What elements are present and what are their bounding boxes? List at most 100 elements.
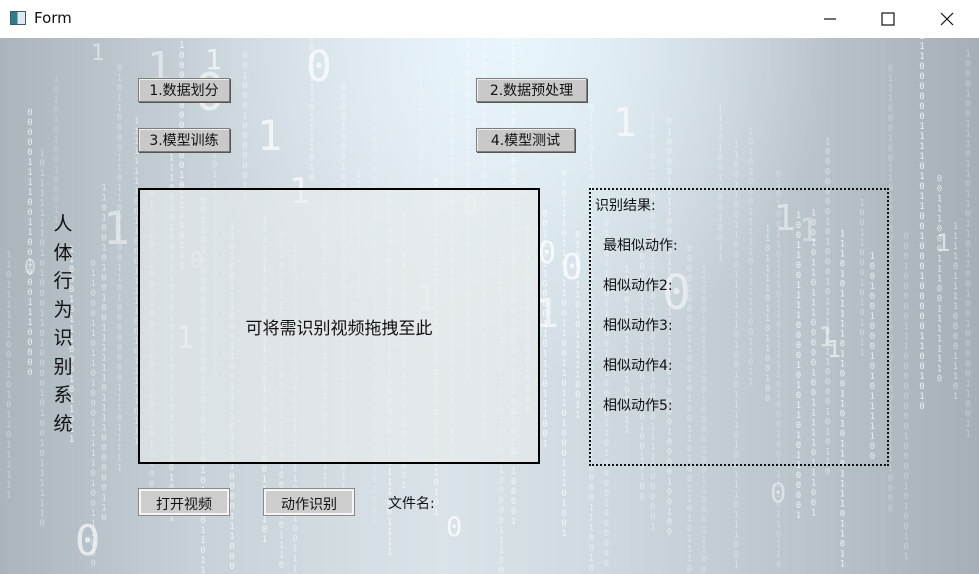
svg-text:1: 1 xyxy=(542,360,547,370)
result-row-similar-5: 相似动作5: xyxy=(603,398,673,414)
svg-text:1: 1 xyxy=(919,332,924,342)
svg-text:0: 0 xyxy=(667,157,672,167)
svg-text:0: 0 xyxy=(101,273,106,283)
svg-text:1: 1 xyxy=(39,249,44,259)
svg-text:1: 1 xyxy=(796,511,801,521)
svg-text:0: 0 xyxy=(53,106,58,116)
svg-text:0: 0 xyxy=(179,111,184,121)
svg-text:1: 1 xyxy=(101,183,106,193)
svg-text:0: 0 xyxy=(561,509,566,519)
svg-text:0: 0 xyxy=(667,527,672,537)
model-train-button[interactable]: 3.模型训练 xyxy=(138,128,230,152)
svg-text:1: 1 xyxy=(919,232,924,242)
svg-text:1: 1 xyxy=(811,509,816,519)
svg-text:0: 0 xyxy=(538,236,556,271)
svg-text:0: 0 xyxy=(776,530,781,540)
svg-text:0: 0 xyxy=(734,161,739,171)
svg-text:0: 0 xyxy=(919,282,924,292)
svg-text:1: 1 xyxy=(701,475,706,485)
svg-text:1: 1 xyxy=(903,322,908,332)
svg-text:0: 0 xyxy=(465,90,470,100)
svg-text:1: 1 xyxy=(257,111,282,160)
svg-text:0: 0 xyxy=(919,382,924,392)
svg-text:1: 1 xyxy=(965,260,970,270)
svg-text:0: 0 xyxy=(117,124,122,134)
svg-text:0: 0 xyxy=(482,41,487,51)
svg-text:1: 1 xyxy=(888,134,893,144)
svg-text:1: 1 xyxy=(965,250,970,260)
svg-text:0: 0 xyxy=(687,475,692,485)
svg-text:0: 0 xyxy=(39,369,44,379)
svg-text:1: 1 xyxy=(117,404,122,414)
svg-text:0: 0 xyxy=(449,177,454,187)
svg-text:1: 1 xyxy=(667,507,672,517)
data-preprocess-button[interactable]: 2.数据预处理 xyxy=(476,78,587,102)
svg-text:0: 0 xyxy=(27,208,32,218)
svg-text:1: 1 xyxy=(561,369,566,379)
svg-text:1: 1 xyxy=(6,250,11,260)
model-test-button[interactable]: 4.模型测试 xyxy=(476,128,575,152)
svg-text:1: 1 xyxy=(499,526,504,536)
maximize-button[interactable] xyxy=(863,0,913,38)
close-button[interactable] xyxy=(922,0,972,38)
svg-text:0: 0 xyxy=(561,449,566,459)
data-split-button[interactable]: 1.数据划分 xyxy=(138,78,230,102)
svg-text:1: 1 xyxy=(262,515,267,525)
svg-text:0: 0 xyxy=(919,222,924,232)
svg-text:1: 1 xyxy=(134,157,139,167)
svg-text:1: 1 xyxy=(465,150,470,160)
svg-text:1: 1 xyxy=(542,370,547,380)
svg-text:0: 0 xyxy=(499,476,504,486)
svg-text:1: 1 xyxy=(6,440,11,450)
svg-text:0: 0 xyxy=(953,342,958,352)
svg-text:1: 1 xyxy=(6,450,11,460)
svg-text:0: 0 xyxy=(27,148,32,158)
svg-text:1: 1 xyxy=(575,341,580,351)
svg-text:1: 1 xyxy=(575,311,580,321)
svg-text:1: 1 xyxy=(542,440,547,450)
svg-text:1: 1 xyxy=(734,511,739,521)
svg-text:0: 0 xyxy=(482,61,487,71)
svg-text:0: 0 xyxy=(179,61,184,71)
svg-text:0: 0 xyxy=(117,84,122,94)
svg-text:1: 1 xyxy=(953,362,958,372)
svg-text:0: 0 xyxy=(903,242,908,252)
svg-text:1: 1 xyxy=(6,260,11,270)
svg-text:1: 1 xyxy=(179,41,184,51)
open-video-button[interactable]: 打开视频 xyxy=(138,488,230,516)
svg-text:0: 0 xyxy=(511,167,516,177)
svg-text:0: 0 xyxy=(53,86,58,96)
system-title-char: 行 xyxy=(53,270,73,292)
svg-text:1: 1 xyxy=(39,269,44,279)
svg-text:1: 1 xyxy=(589,133,594,143)
action-recognize-button[interactable]: 动作识别 xyxy=(263,488,355,516)
svg-text:0: 0 xyxy=(903,382,908,392)
svg-text:1: 1 xyxy=(667,127,672,137)
svg-text:0: 0 xyxy=(53,196,58,206)
video-drop-zone[interactable]: 可将需识别视频拖拽至此 xyxy=(138,188,540,464)
svg-text:1: 1 xyxy=(919,42,924,52)
svg-text:1: 1 xyxy=(91,449,96,459)
svg-text:0: 0 xyxy=(937,185,942,195)
svg-text:0: 0 xyxy=(561,339,566,349)
svg-text:0: 0 xyxy=(27,338,32,348)
svg-text:1: 1 xyxy=(965,200,970,210)
svg-text:1: 1 xyxy=(200,526,205,536)
svg-text:0: 0 xyxy=(91,489,96,499)
svg-text:1: 1 xyxy=(309,124,314,134)
minimize-button[interactable] xyxy=(805,0,855,38)
svg-text:0: 0 xyxy=(169,463,174,473)
svg-text:0: 0 xyxy=(919,212,924,222)
svg-text:1: 1 xyxy=(229,532,234,542)
svg-text:1: 1 xyxy=(888,94,893,104)
svg-text:1: 1 xyxy=(511,517,516,527)
svg-text:0: 0 xyxy=(101,473,106,483)
svg-text:0: 0 xyxy=(888,144,893,154)
result-heading: 识别结果: xyxy=(595,198,656,214)
svg-text:0: 0 xyxy=(701,565,706,574)
svg-text:0: 0 xyxy=(117,364,122,374)
svg-text:0: 0 xyxy=(91,409,96,419)
svg-text:0: 0 xyxy=(341,133,346,143)
svg-text:1: 1 xyxy=(449,117,454,127)
svg-text:1: 1 xyxy=(134,177,139,187)
